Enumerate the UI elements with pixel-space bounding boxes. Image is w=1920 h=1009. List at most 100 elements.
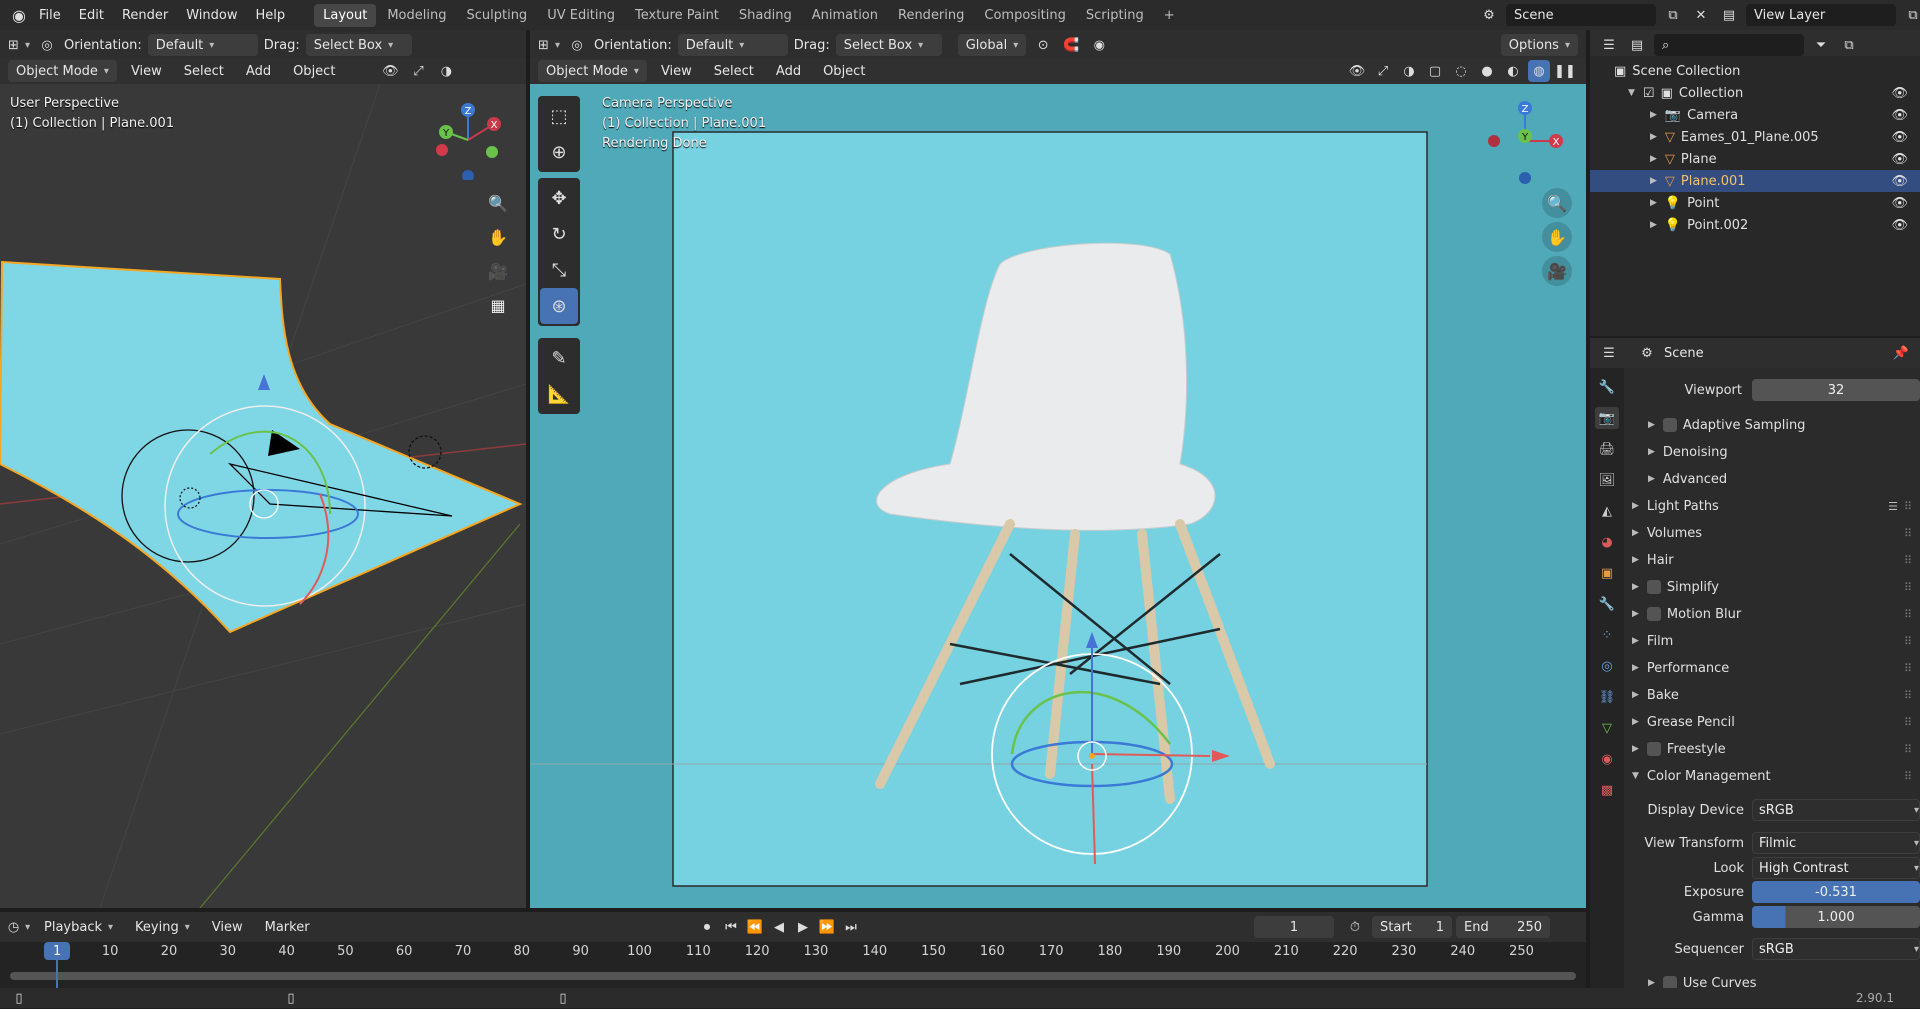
expand-icon[interactable]: ▶	[1650, 154, 1657, 164]
new-scene-icon[interactable]: ⧉	[1662, 4, 1684, 26]
outliner-row-camera[interactable]: ▶ 📷 Camera 👁	[1590, 104, 1920, 126]
outliner-row-plane[interactable]: ▶ ▽ Plane 👁	[1590, 148, 1920, 170]
view-layer-icon[interactable]: ▤	[1718, 4, 1740, 26]
panel-film[interactable]: ▶ Film ⠿	[1624, 629, 1920, 653]
menu-edit[interactable]: Edit	[70, 8, 113, 23]
scene-tab-icon[interactable]: ◭	[1595, 500, 1619, 522]
proportional-edit-icon[interactable]: ◉	[1088, 34, 1110, 56]
menu-file[interactable]: File	[30, 8, 70, 23]
tab-compositing[interactable]: Compositing	[975, 4, 1075, 27]
close-scene-icon[interactable]: ✕	[1690, 4, 1712, 26]
main-editor-type-icon[interactable]: ⊞	[538, 34, 560, 56]
tab-uv-editing[interactable]: UV Editing	[538, 4, 624, 27]
panel-freestyle[interactable]: ▶ Freestyle ⠿	[1624, 737, 1920, 761]
drag-handle-icon[interactable]: ⠿	[1904, 608, 1912, 621]
marker-menu[interactable]: Marker	[257, 916, 318, 938]
end-frame-field[interactable]: End 250	[1456, 916, 1550, 938]
start-frame-field[interactable]: Start 1	[1372, 916, 1452, 938]
jump-start-icon[interactable]: ⏮	[720, 916, 742, 938]
view-layer-tab-icon[interactable]: 🖼	[1595, 469, 1619, 491]
measure-icon[interactable]: 📐	[540, 376, 578, 412]
timeline-view-menu[interactable]: View	[204, 916, 251, 938]
nav-gizmo[interactable]: Z X Y	[428, 100, 508, 180]
shading-wireframe-icon[interactable]: ◌	[1450, 60, 1472, 82]
xray-icon[interactable]: ▢	[1424, 60, 1446, 82]
drag-handle-icon[interactable]: ⠿	[1904, 716, 1912, 729]
pan-hand-icon[interactable]: ✋	[483, 222, 513, 252]
display-device-dropdown[interactable]: sRGB	[1752, 799, 1920, 821]
menu-view[interactable]: View	[123, 60, 170, 82]
eye-icon[interactable]: 👁	[1891, 86, 1908, 101]
exposure-slider[interactable]: -0.531	[1752, 881, 1920, 903]
pin-icon[interactable]: 📌	[1890, 342, 1912, 364]
main-menu-select[interactable]: Select	[706, 60, 762, 82]
main-orientation-dropdown[interactable]: Default	[677, 34, 788, 56]
main-drag-dropdown[interactable]: Select Box	[835, 34, 942, 56]
shading-material-icon[interactable]: ◐	[1502, 60, 1524, 82]
eye-icon[interactable]: 👁	[1891, 108, 1908, 123]
panel-grease-pencil[interactable]: ▶ Grease Pencil ⠿	[1624, 710, 1920, 734]
pause-render-icon[interactable]: ❚❚	[1554, 60, 1576, 82]
tab-shading[interactable]: Shading	[730, 4, 801, 27]
look-dropdown[interactable]: High Contrast	[1752, 857, 1920, 879]
data-tab-icon[interactable]: ▽	[1595, 717, 1619, 739]
panel-motion-blur[interactable]: ▶ Motion Blur ⠿	[1624, 602, 1920, 626]
sequencer-dropdown[interactable]: sRGB	[1752, 938, 1920, 960]
main-tool-settings-icon[interactable]: ◎	[566, 34, 588, 56]
panel-hair[interactable]: ▶ Hair ⠿	[1624, 548, 1920, 572]
panel-adaptive-sampling[interactable]: ▶ Adaptive Sampling	[1624, 413, 1920, 437]
world-tab-icon[interactable]: ◕	[1595, 531, 1619, 553]
main-menu-object[interactable]: Object	[815, 60, 873, 82]
main-zoom-icon[interactable]: 🔍	[1542, 188, 1572, 218]
checkbox-icon[interactable]	[1646, 742, 1661, 756]
properties-editor-icon[interactable]: ☰	[1598, 342, 1620, 364]
orientation-dropdown[interactable]: Default	[147, 34, 258, 56]
eye-icon[interactable]: 👁	[1891, 174, 1908, 189]
shading-rendered-icon[interactable]: ◍	[1528, 60, 1550, 82]
pivot-icon[interactable]: ⊙	[1032, 34, 1054, 56]
physics-tab-icon[interactable]: ◎	[1595, 655, 1619, 677]
add-workspace-button[interactable]: +	[1155, 4, 1184, 27]
tab-layout[interactable]: Layout	[314, 3, 377, 27]
tab-sculpting[interactable]: Sculpting	[457, 4, 536, 27]
eye-icon[interactable]: 👁	[1891, 130, 1908, 145]
outliner-row-plane-001[interactable]: ▶ ▽ Plane.001 👁	[1590, 170, 1920, 192]
current-frame-field[interactable]: 1	[1254, 916, 1334, 938]
tab-texture-paint[interactable]: Texture Paint	[626, 4, 728, 27]
checkbox-icon[interactable]	[1646, 607, 1661, 621]
expand-icon[interactable]: ▶	[1650, 220, 1657, 230]
annotate-icon[interactable]: ✎	[540, 340, 578, 376]
panel-advanced[interactable]: ▶ Advanced	[1624, 467, 1920, 491]
panel-volumes[interactable]: ▶ Volumes ⠿	[1624, 521, 1920, 545]
snap-icon[interactable]: 🧲	[1060, 34, 1082, 56]
transform-orientation-dropdown[interactable]: Global	[957, 34, 1027, 56]
main-gizmo-toggle-icon[interactable]: ⤢	[1372, 60, 1394, 82]
outliner-search-input[interactable]: ⌕	[1654, 34, 1804, 56]
play-reverse-icon[interactable]: ◀	[768, 916, 790, 938]
drag-handle-icon[interactable]: ⠿	[1904, 689, 1912, 702]
constraints-tab-icon[interactable]: ⛓	[1595, 686, 1619, 708]
expand-icon[interactable]: ▶	[1650, 132, 1657, 142]
modifier-tab-icon[interactable]: 🔧	[1595, 593, 1619, 615]
texture-tab-icon[interactable]: ▩	[1595, 779, 1619, 801]
main-camera-view-icon[interactable]: 🎥	[1542, 256, 1572, 286]
checkbox-icon[interactable]: ☑	[1643, 86, 1655, 101]
main-overlay-toggle-icon[interactable]: ◑	[1398, 60, 1420, 82]
cursor-icon[interactable]: ⊕	[540, 134, 578, 170]
drag-handle-icon[interactable]: ⠿	[1904, 662, 1912, 675]
drag-handle-icon[interactable]: ⠿	[1904, 635, 1912, 648]
viewport-samples-field[interactable]: 32	[1752, 379, 1920, 401]
move-icon[interactable]: ✥	[540, 180, 578, 216]
visibility-icon[interactable]: 👁	[379, 60, 401, 82]
eye-icon[interactable]: 👁	[1891, 196, 1908, 211]
panel-denoising[interactable]: ▶ Denoising	[1624, 440, 1920, 464]
render-tab-icon[interactable]: 📷	[1595, 407, 1619, 429]
filter-icon[interactable]: ⏷	[1810, 34, 1832, 56]
main-menu-view[interactable]: View	[653, 60, 700, 82]
blender-logo-icon[interactable]: ◉	[8, 4, 30, 26]
menu-select[interactable]: Select	[176, 60, 232, 82]
menu-window[interactable]: Window	[177, 8, 246, 23]
editor-type-icon[interactable]: ⊞	[8, 34, 30, 56]
tool-tab-icon[interactable]: 🔧	[1595, 376, 1619, 398]
expand-collection-icon[interactable]: ▼	[1628, 88, 1635, 98]
